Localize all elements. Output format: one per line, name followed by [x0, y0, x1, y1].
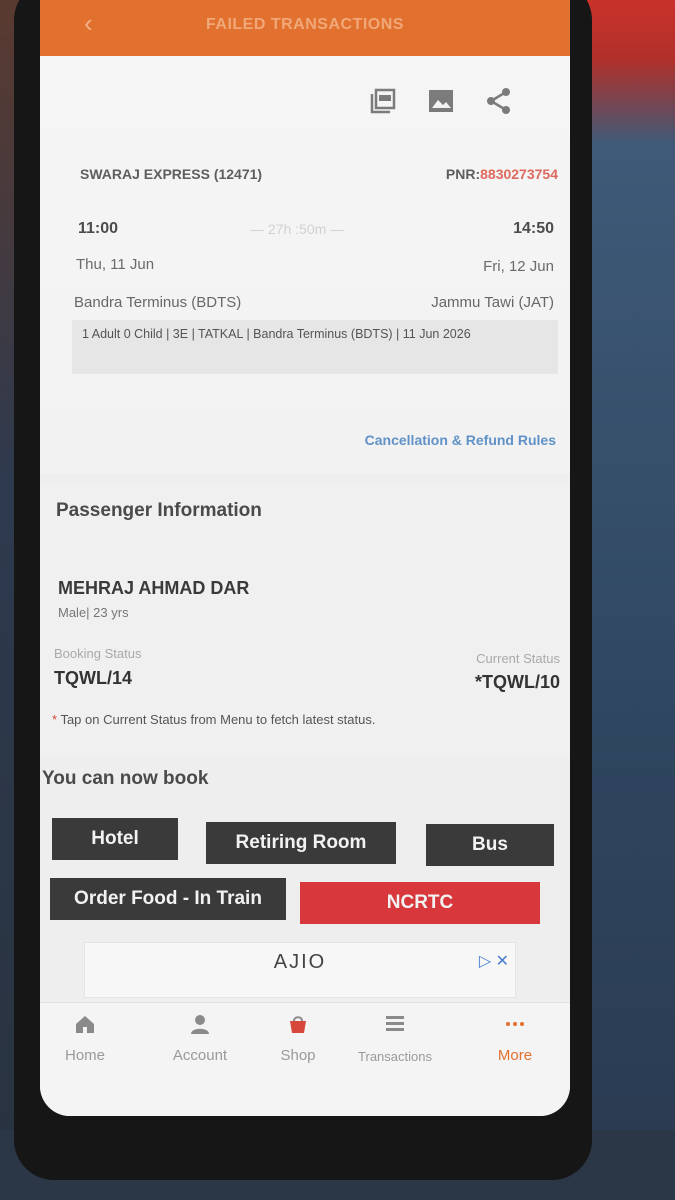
account-icon: [191, 1015, 209, 1034]
image-icon[interactable]: [426, 86, 456, 116]
hotel-button[interactable]: Hotel: [52, 818, 178, 860]
ad-banner[interactable]: AJIO ▷ ✕: [84, 942, 516, 998]
share-icon[interactable]: [484, 86, 514, 116]
arrival-date: Fri, 12 Jun: [483, 258, 554, 275]
transactions-list-icon: [386, 1016, 404, 1031]
passenger-meta: Male| 23 yrs: [58, 605, 129, 620]
nav-home-label: Home: [64, 1047, 105, 1064]
retiring-room-button[interactable]: Retiring Room: [206, 822, 396, 864]
train-name: SWARAJ EXPRESS (12471): [80, 166, 263, 182]
departure-time: 11:00: [78, 220, 119, 237]
pnr: PNR:8830273754: [446, 166, 558, 182]
nav-more[interactable]: More: [470, 1013, 560, 1064]
nav-transactions[interactable]: Transactions: [345, 1013, 445, 1064]
shop-icon: [290, 1016, 306, 1033]
ad-choices-icon[interactable]: ▷ ✕: [479, 951, 509, 971]
arrival-time: 14:50: [513, 220, 554, 237]
app-screen: ‹ FAILED TRANSACTIONS SWARAJ EXPRESS (12…: [40, 0, 570, 1116]
app-bar: ‹ FAILED TRANSACTIONS: [40, 0, 570, 56]
order-food-button[interactable]: Order Food - In Train: [50, 878, 286, 920]
booking-status: TQWL/14: [54, 668, 133, 688]
current-status[interactable]: *TQWL/10: [475, 672, 560, 693]
nav-transactions-label: Transactions: [358, 1049, 432, 1064]
status-note: * Tap on Current Status from Menu to fet…: [52, 712, 375, 727]
ncrtc-button[interactable]: NCRTC: [300, 882, 540, 924]
from-station: Bandra Terminus (BDTS): [74, 294, 242, 311]
journey-duration: — 27h :50m —: [250, 221, 345, 237]
page-title: FAILED TRANSACTIONS: [206, 16, 404, 33]
nav-account[interactable]: Account: [155, 1013, 245, 1064]
cancellation-refund-link[interactable]: Cancellation & Refund Rules: [365, 432, 556, 448]
bottom-nav: Home Account Shop Transactions More: [40, 1002, 570, 1116]
book-section-title: You can now book: [42, 768, 209, 789]
booking-status-label: Booking Status: [54, 646, 142, 661]
current-status-label: Current Status: [476, 651, 560, 666]
more-dots-icon: [506, 1022, 524, 1026]
booking-summary: 1 Adult 0 Child | 3E | TATKAL | Bandra T…: [72, 320, 558, 374]
nav-shop-label: Shop: [280, 1047, 316, 1064]
nav-more-label: More: [497, 1047, 533, 1064]
nav-home[interactable]: Home: [40, 1013, 130, 1064]
nav-account-label: Account: [172, 1047, 228, 1064]
passenger-info-title: Passenger Information: [56, 500, 262, 521]
pdf-icon[interactable]: [368, 86, 398, 116]
nav-shop[interactable]: Shop: [253, 1013, 343, 1064]
to-station: Jammu Tawi (JAT): [431, 294, 554, 311]
bus-button[interactable]: Bus: [426, 824, 554, 866]
ad-logo: AJIO: [273, 951, 327, 973]
phone-frame: ‹ FAILED TRANSACTIONS SWARAJ EXPRESS (12…: [14, 0, 592, 1180]
pnr-label: PNR:: [445, 166, 481, 182]
departure-date: Thu, 11 Jun: [76, 256, 155, 273]
home-icon: [76, 1016, 94, 1033]
pnr-value: 8830273754: [480, 166, 558, 182]
note-text: Tap on Current Status from Menu to fetch…: [57, 712, 376, 727]
passenger-name: MEHRAJ AHMAD DAR: [58, 578, 250, 598]
